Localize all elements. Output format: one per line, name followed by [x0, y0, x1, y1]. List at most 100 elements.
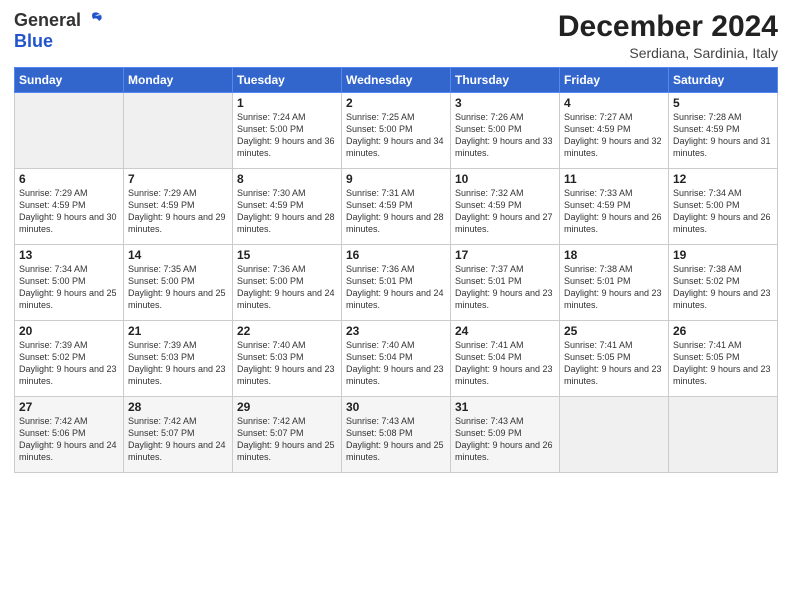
day-number: 7: [128, 172, 228, 186]
cell-info: Sunrise: 7:36 AMSunset: 5:01 PMDaylight:…: [346, 264, 444, 310]
calendar-week-0: 1 Sunrise: 7:24 AMSunset: 5:00 PMDaylight…: [15, 93, 778, 169]
col-tuesday: Tuesday: [233, 68, 342, 93]
day-number: 24: [455, 324, 555, 338]
day-number: 16: [346, 248, 446, 262]
cell-info: Sunrise: 7:31 AMSunset: 4:59 PMDaylight:…: [346, 188, 444, 234]
logo-general: General: [14, 10, 81, 31]
day-number: 20: [19, 324, 119, 338]
calendar-cell: 17 Sunrise: 7:37 AMSunset: 5:01 PMDayligh…: [451, 245, 560, 321]
location: Serdiana, Sardinia, Italy: [558, 45, 778, 61]
cell-info: Sunrise: 7:43 AMSunset: 5:09 PMDaylight:…: [455, 416, 553, 462]
calendar-week-3: 20Sunrise: 7:39 AMSunset: 5:02 PMDayligh…: [15, 321, 778, 397]
calendar-cell: 26 Sunrise: 7:41 AMSunset: 5:05 PMDayligh…: [669, 321, 778, 397]
cell-info: Sunrise: 7:41 AMSunset: 5:05 PMDaylight:…: [564, 340, 662, 386]
cell-info: Sunrise: 7:34 AMSunset: 5:00 PMDaylight:…: [673, 188, 771, 234]
day-number: 11: [564, 172, 664, 186]
day-number: 21: [128, 324, 228, 338]
day-number: 31: [455, 400, 555, 414]
day-number: 19: [673, 248, 773, 262]
cell-info: Sunrise: 7:35 AMSunset: 5:00 PMDaylight:…: [128, 264, 226, 310]
day-number: 5: [673, 96, 773, 110]
calendar-cell: 12 Sunrise: 7:34 AMSunset: 5:00 PMDayligh…: [669, 169, 778, 245]
calendar-cell: 10 Sunrise: 7:32 AMSunset: 4:59 PMDayligh…: [451, 169, 560, 245]
day-number: 29: [237, 400, 337, 414]
day-number: 30: [346, 400, 446, 414]
calendar-cell: 19 Sunrise: 7:38 AMSunset: 5:02 PMDayligh…: [669, 245, 778, 321]
calendar-cell: 31 Sunrise: 7:43 AMSunset: 5:09 PMDayligh…: [451, 397, 560, 473]
calendar-cell: 2Sunrise: 7:25 AMSunset: 5:00 PMDaylight…: [342, 93, 451, 169]
main-container: General Blue December 2024 Serdiana, Sar…: [0, 0, 792, 481]
day-number: 27: [19, 400, 119, 414]
calendar-cell: 7 Sunrise: 7:29 AMSunset: 4:59 PMDaylight…: [124, 169, 233, 245]
cell-info: Sunrise: 7:43 AMSunset: 5:08 PMDaylight:…: [346, 416, 444, 462]
calendar-cell: 27 Sunrise: 7:42 AMSunset: 5:06 PMDayligh…: [15, 397, 124, 473]
calendar-cell: 16 Sunrise: 7:36 AMSunset: 5:01 PMDayligh…: [342, 245, 451, 321]
calendar-cell: 9 Sunrise: 7:31 AMSunset: 4:59 PMDaylight…: [342, 169, 451, 245]
day-number: 17: [455, 248, 555, 262]
day-number: 3: [455, 96, 555, 110]
calendar-cell: 4Sunrise: 7:27 AMSunset: 4:59 PMDaylight…: [560, 93, 669, 169]
logo-bird-icon: [83, 11, 105, 29]
cell-info: Sunrise: 7:42 AMSunset: 5:07 PMDaylight:…: [128, 416, 226, 462]
cell-info: Sunrise: 7:40 AMSunset: 5:03 PMDaylight:…: [237, 340, 335, 386]
day-number: 18: [564, 248, 664, 262]
cell-info: Sunrise: 7:38 AMSunset: 5:01 PMDaylight:…: [564, 264, 662, 310]
month-title: December 2024: [558, 10, 778, 43]
calendar-week-1: 6 Sunrise: 7:29 AMSunset: 4:59 PMDaylight…: [15, 169, 778, 245]
calendar-cell: 11 Sunrise: 7:33 AMSunset: 4:59 PMDayligh…: [560, 169, 669, 245]
day-number: 4: [564, 96, 664, 110]
day-number: 13: [19, 248, 119, 262]
calendar-week-2: 13 Sunrise: 7:34 AMSunset: 5:00 PMDayligh…: [15, 245, 778, 321]
cell-info: Sunrise: 7:37 AMSunset: 5:01 PMDaylight:…: [455, 264, 553, 310]
cell-info: Sunrise: 7:25 AMSunset: 5:00 PMDaylight:…: [346, 112, 444, 158]
calendar-cell: [15, 93, 124, 169]
day-number: 10: [455, 172, 555, 186]
calendar-cell: 6 Sunrise: 7:29 AMSunset: 4:59 PMDaylight…: [15, 169, 124, 245]
calendar-cell: 1 Sunrise: 7:24 AMSunset: 5:00 PMDaylight…: [233, 93, 342, 169]
calendar-cell: 30 Sunrise: 7:43 AMSunset: 5:08 PMDayligh…: [342, 397, 451, 473]
cell-info: Sunrise: 7:42 AMSunset: 5:06 PMDaylight:…: [19, 416, 117, 462]
logo: General Blue: [14, 10, 105, 52]
day-number: 26: [673, 324, 773, 338]
logo-blue: Blue: [14, 31, 53, 51]
calendar-cell: 15Sunrise: 7:36 AMSunset: 5:00 PMDayligh…: [233, 245, 342, 321]
cell-info: Sunrise: 7:29 AMSunset: 4:59 PMDaylight:…: [128, 188, 226, 234]
day-number: 9: [346, 172, 446, 186]
cell-info: Sunrise: 7:24 AMSunset: 5:00 PMDaylight:…: [237, 112, 335, 158]
col-sunday: Sunday: [15, 68, 124, 93]
cell-info: Sunrise: 7:33 AMSunset: 4:59 PMDaylight:…: [564, 188, 662, 234]
calendar-week-4: 27 Sunrise: 7:42 AMSunset: 5:06 PMDayligh…: [15, 397, 778, 473]
cell-info: Sunrise: 7:26 AMSunset: 5:00 PMDaylight:…: [455, 112, 553, 158]
calendar-header-row: Sunday Monday Tuesday Wednesday Thursday…: [15, 68, 778, 93]
cell-info: Sunrise: 7:42 AMSunset: 5:07 PMDaylight:…: [237, 416, 335, 462]
title-area: December 2024 Serdiana, Sardinia, Italy: [558, 10, 778, 61]
day-number: 14: [128, 248, 228, 262]
col-monday: Monday: [124, 68, 233, 93]
calendar-cell: 25 Sunrise: 7:41 AMSunset: 5:05 PMDayligh…: [560, 321, 669, 397]
day-number: 23: [346, 324, 446, 338]
calendar-cell: 21Sunrise: 7:39 AMSunset: 5:03 PMDayligh…: [124, 321, 233, 397]
col-friday: Friday: [560, 68, 669, 93]
calendar-cell: 5 Sunrise: 7:28 AMSunset: 4:59 PMDaylight…: [669, 93, 778, 169]
day-number: 28: [128, 400, 228, 414]
day-number: 1: [237, 96, 337, 110]
calendar-cell: 24 Sunrise: 7:41 AMSunset: 5:04 PMDayligh…: [451, 321, 560, 397]
calendar-cell: [560, 397, 669, 473]
cell-info: Sunrise: 7:34 AMSunset: 5:00 PMDaylight:…: [19, 264, 117, 310]
col-wednesday: Wednesday: [342, 68, 451, 93]
cell-info: Sunrise: 7:41 AMSunset: 5:05 PMDaylight:…: [673, 340, 771, 386]
calendar-cell: 8Sunrise: 7:30 AMSunset: 4:59 PMDaylight…: [233, 169, 342, 245]
cell-info: Sunrise: 7:30 AMSunset: 4:59 PMDaylight:…: [237, 188, 335, 234]
cell-info: Sunrise: 7:38 AMSunset: 5:02 PMDaylight:…: [673, 264, 771, 310]
calendar-table: Sunday Monday Tuesday Wednesday Thursday…: [14, 67, 778, 473]
day-number: 25: [564, 324, 664, 338]
day-number: 6: [19, 172, 119, 186]
cell-info: Sunrise: 7:41 AMSunset: 5:04 PMDaylight:…: [455, 340, 553, 386]
calendar-cell: [124, 93, 233, 169]
day-number: 12: [673, 172, 773, 186]
calendar-cell: [669, 397, 778, 473]
cell-info: Sunrise: 7:40 AMSunset: 5:04 PMDaylight:…: [346, 340, 444, 386]
cell-info: Sunrise: 7:29 AMSunset: 4:59 PMDaylight:…: [19, 188, 117, 234]
cell-info: Sunrise: 7:28 AMSunset: 4:59 PMDaylight:…: [673, 112, 771, 158]
cell-info: Sunrise: 7:32 AMSunset: 4:59 PMDaylight:…: [455, 188, 553, 234]
